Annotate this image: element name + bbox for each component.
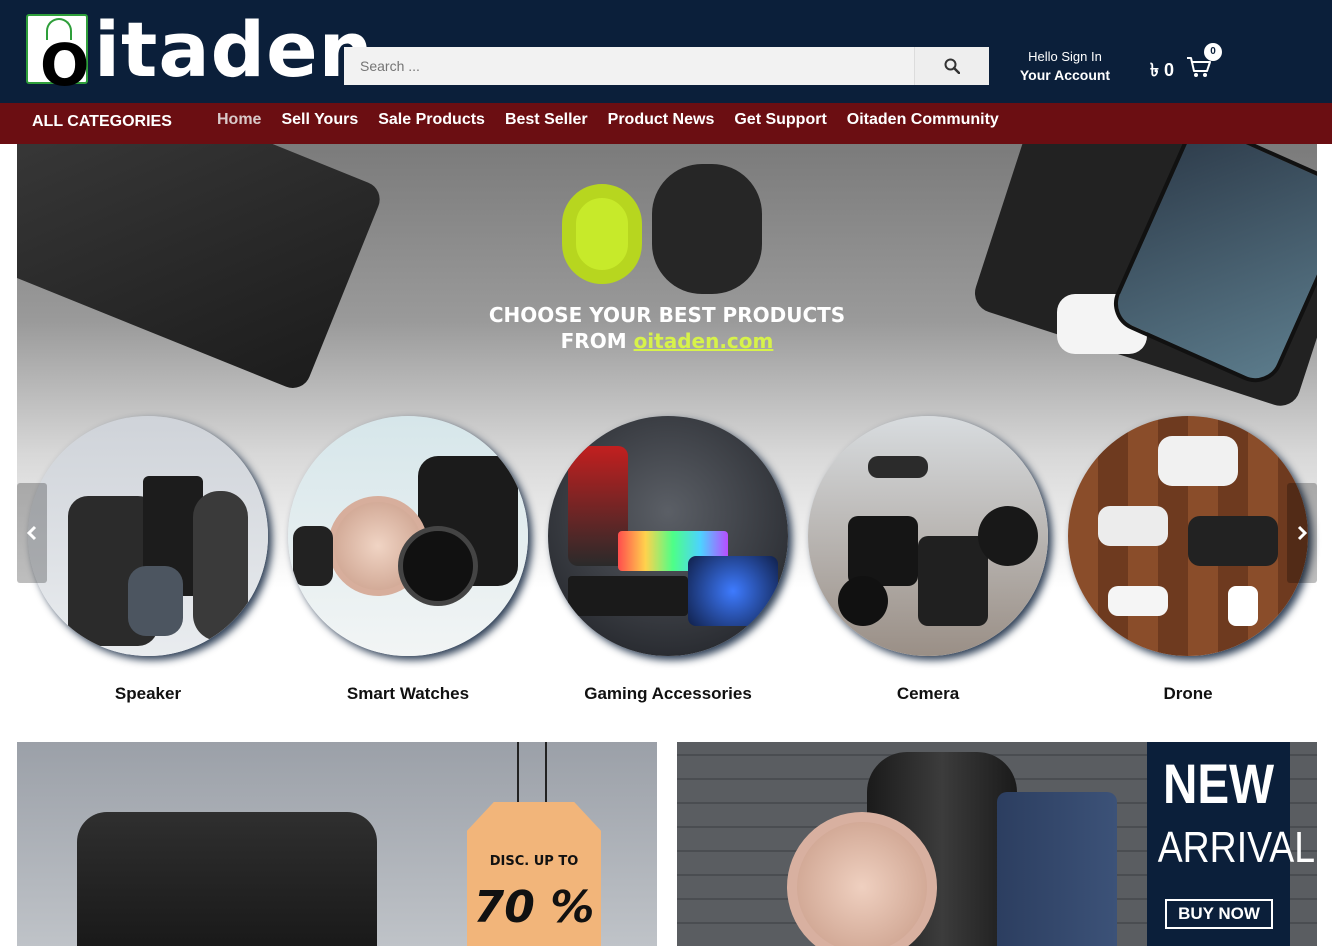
search-icon <box>944 58 960 74</box>
category-label: Speaker <box>114 684 182 703</box>
cart-button[interactable]: ৳ 0 0 <box>1150 43 1230 82</box>
search-input[interactable] <box>344 47 914 85</box>
category-label: Cemera <box>896 684 960 703</box>
nav-item-oitaden-community[interactable]: Oitaden Community <box>847 111 999 129</box>
category-label: Gaming Accessories <box>584 684 752 703</box>
logo-initial: O <box>40 31 90 99</box>
category-label: Drone <box>1163 684 1213 703</box>
all-categories-button[interactable]: ALL CATEGORIES <box>32 113 172 131</box>
discount-banner[interactable]: DISC. UP TO 70 % <box>17 742 657 946</box>
hero-line-2: FROM oitaden.com <box>17 328 1317 354</box>
gaming-accessories-image <box>548 416 788 656</box>
nav-item-sell-yours[interactable]: Sell Yours <box>281 111 358 129</box>
new-arrival-title-1: NEW <box>1162 752 1275 815</box>
hero-line-1: CHOOSE YOUR BEST PRODUCTS <box>488 303 846 327</box>
search-button[interactable] <box>914 47 989 85</box>
discount-label: DISC. UP TO <box>489 854 579 869</box>
category-label: Smart Watches <box>346 684 470 703</box>
power-bank-image <box>17 144 386 394</box>
chevron-right-icon <box>1297 525 1308 541</box>
hero-headline: CHOOSE YOUR BEST PRODUCTS FROM oitaden.c… <box>17 302 1317 354</box>
category-card-speaker[interactable]: Speaker <box>17 414 277 714</box>
camera-image <box>808 416 1048 656</box>
hero-site-link[interactable]: oitaden.com <box>634 329 774 353</box>
nav-menu: Home Sell Yours Sale Products Best Selle… <box>217 111 999 129</box>
top-header: O itaden Hello Sign In Your Account ৳ 0 … <box>0 0 1332 103</box>
main-nav: ALL CATEGORIES Home Sell Yours Sale Prod… <box>0 103 1332 144</box>
new-arrival-title-2: ARRIVAL <box>1157 823 1316 872</box>
site-logo[interactable]: O itaden <box>26 0 373 103</box>
nav-item-home[interactable]: Home <box>217 111 261 129</box>
new-arrival-banner[interactable]: NEW ARRIVAL BUY NOW <box>677 742 1317 946</box>
category-card-camera[interactable]: Cemera <box>797 414 1057 714</box>
search-bar <box>344 47 989 85</box>
earbuds-case-image <box>77 812 377 946</box>
nav-item-sale-products[interactable]: Sale Products <box>378 111 485 129</box>
account-hello: Hello Sign In <box>1028 49 1102 64</box>
account-title: Your Account <box>1019 67 1111 83</box>
chevron-left-icon <box>26 525 37 541</box>
carousel-next-button[interactable] <box>1287 483 1317 583</box>
discount-value: 70 % <box>473 882 595 933</box>
smart-watches-image <box>288 416 528 656</box>
power-bank-image <box>997 792 1117 946</box>
carousel-prev-button[interactable] <box>17 483 47 583</box>
category-card-smart-watches[interactable]: Smart Watches <box>277 414 537 714</box>
speaker-image <box>28 416 268 656</box>
tag-string <box>517 742 547 812</box>
cart-count-badge: 0 <box>1204 43 1222 61</box>
cart-amount: ৳ 0 <box>1150 60 1174 80</box>
category-carousel: Speaker Smart Watches Gaming Accessories… <box>17 414 1317 714</box>
nav-item-best-seller[interactable]: Best Seller <box>505 111 588 129</box>
buy-now-button[interactable]: BUY NOW <box>1165 899 1273 929</box>
headphone-cup-left <box>562 184 642 284</box>
nav-item-product-news[interactable]: Product News <box>608 111 715 129</box>
headphones-image <box>562 144 782 294</box>
new-arrival-panel: NEW ARRIVAL BUY NOW <box>1147 742 1316 946</box>
nav-item-get-support[interactable]: Get Support <box>734 111 826 129</box>
headphone-cup-right <box>652 164 762 294</box>
hero-line-2-prefix: FROM <box>560 329 634 353</box>
logo-text: itaden <box>94 5 374 94</box>
drone-image <box>1068 416 1308 656</box>
category-card-drone[interactable]: Drone <box>1057 414 1317 714</box>
category-card-gaming-accessories[interactable]: Gaming Accessories <box>537 414 797 714</box>
account-link[interactable]: Hello Sign In Your Account <box>1010 48 1120 84</box>
shopping-bag-icon: O <box>26 14 89 94</box>
